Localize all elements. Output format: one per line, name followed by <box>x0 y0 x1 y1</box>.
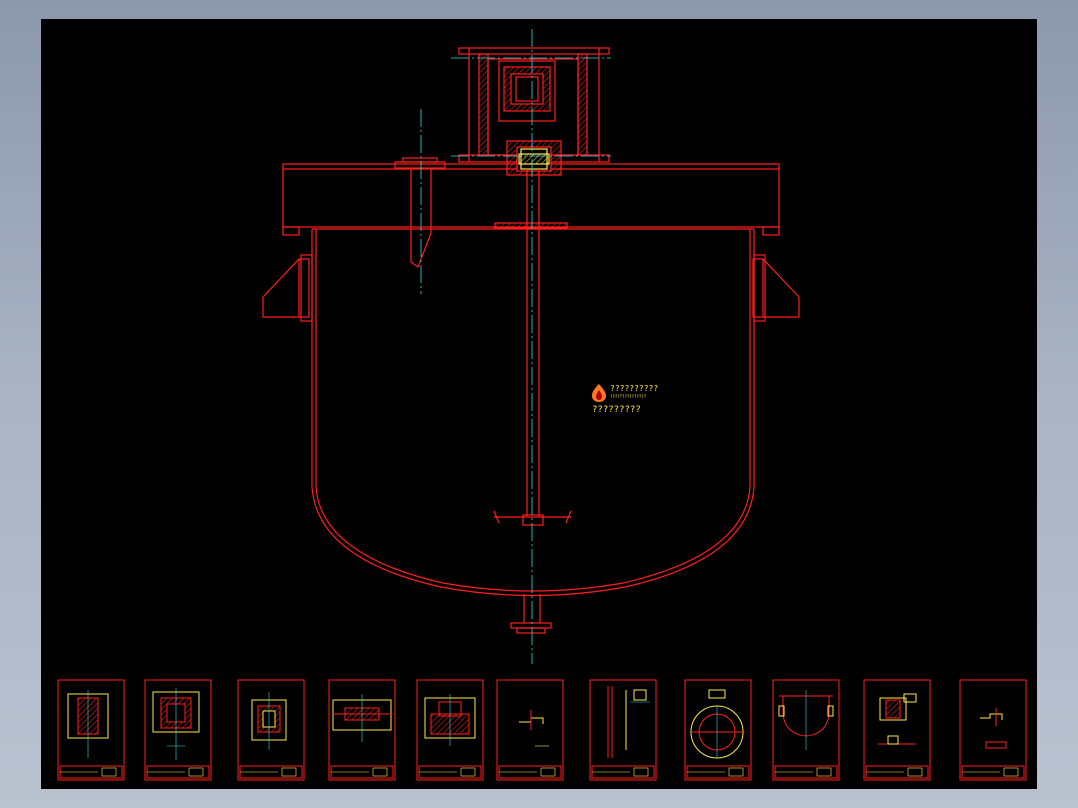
sheet-thumbnail[interactable] <box>589 679 657 781</box>
sheet-thumbnail[interactable] <box>328 679 396 781</box>
cad-drawing-canvas[interactable]: ?????????? ??????????????? ????????? <box>41 19 1037 789</box>
vessel-body <box>282 163 780 597</box>
support-lug-right <box>752 254 800 322</box>
sheet-thumbnail[interactable] <box>496 679 564 781</box>
agitator-shaft <box>493 169 572 526</box>
sheet-thumbnail[interactable] <box>144 679 212 781</box>
bottom-outlet <box>510 594 552 634</box>
watermark-line-2: ??????????????? <box>610 394 647 399</box>
reactor-vessel-drawing <box>262 29 800 664</box>
sheet-thumbnail[interactable] <box>684 679 752 781</box>
watermark: ?????????? ??????????????? ????????? <box>590 382 670 422</box>
watermark-line-1: ?????????? <box>610 384 659 393</box>
sheet-thumbnail[interactable] <box>772 679 840 781</box>
support-lug-left <box>262 254 313 322</box>
sheet-thumbnail[interactable] <box>959 679 1027 781</box>
sheet-thumbnail[interactable] <box>863 679 931 781</box>
dip-pipe-nozzle <box>394 157 446 268</box>
sheet-thumbnail[interactable] <box>237 679 305 781</box>
sheet-thumbnails-strip <box>57 679 1027 781</box>
sheet-thumbnail[interactable] <box>57 679 125 781</box>
sheet-thumbnail[interactable] <box>416 679 484 781</box>
flame-logo-icon <box>592 384 606 402</box>
watermark-line-3: ????????? <box>592 405 641 415</box>
